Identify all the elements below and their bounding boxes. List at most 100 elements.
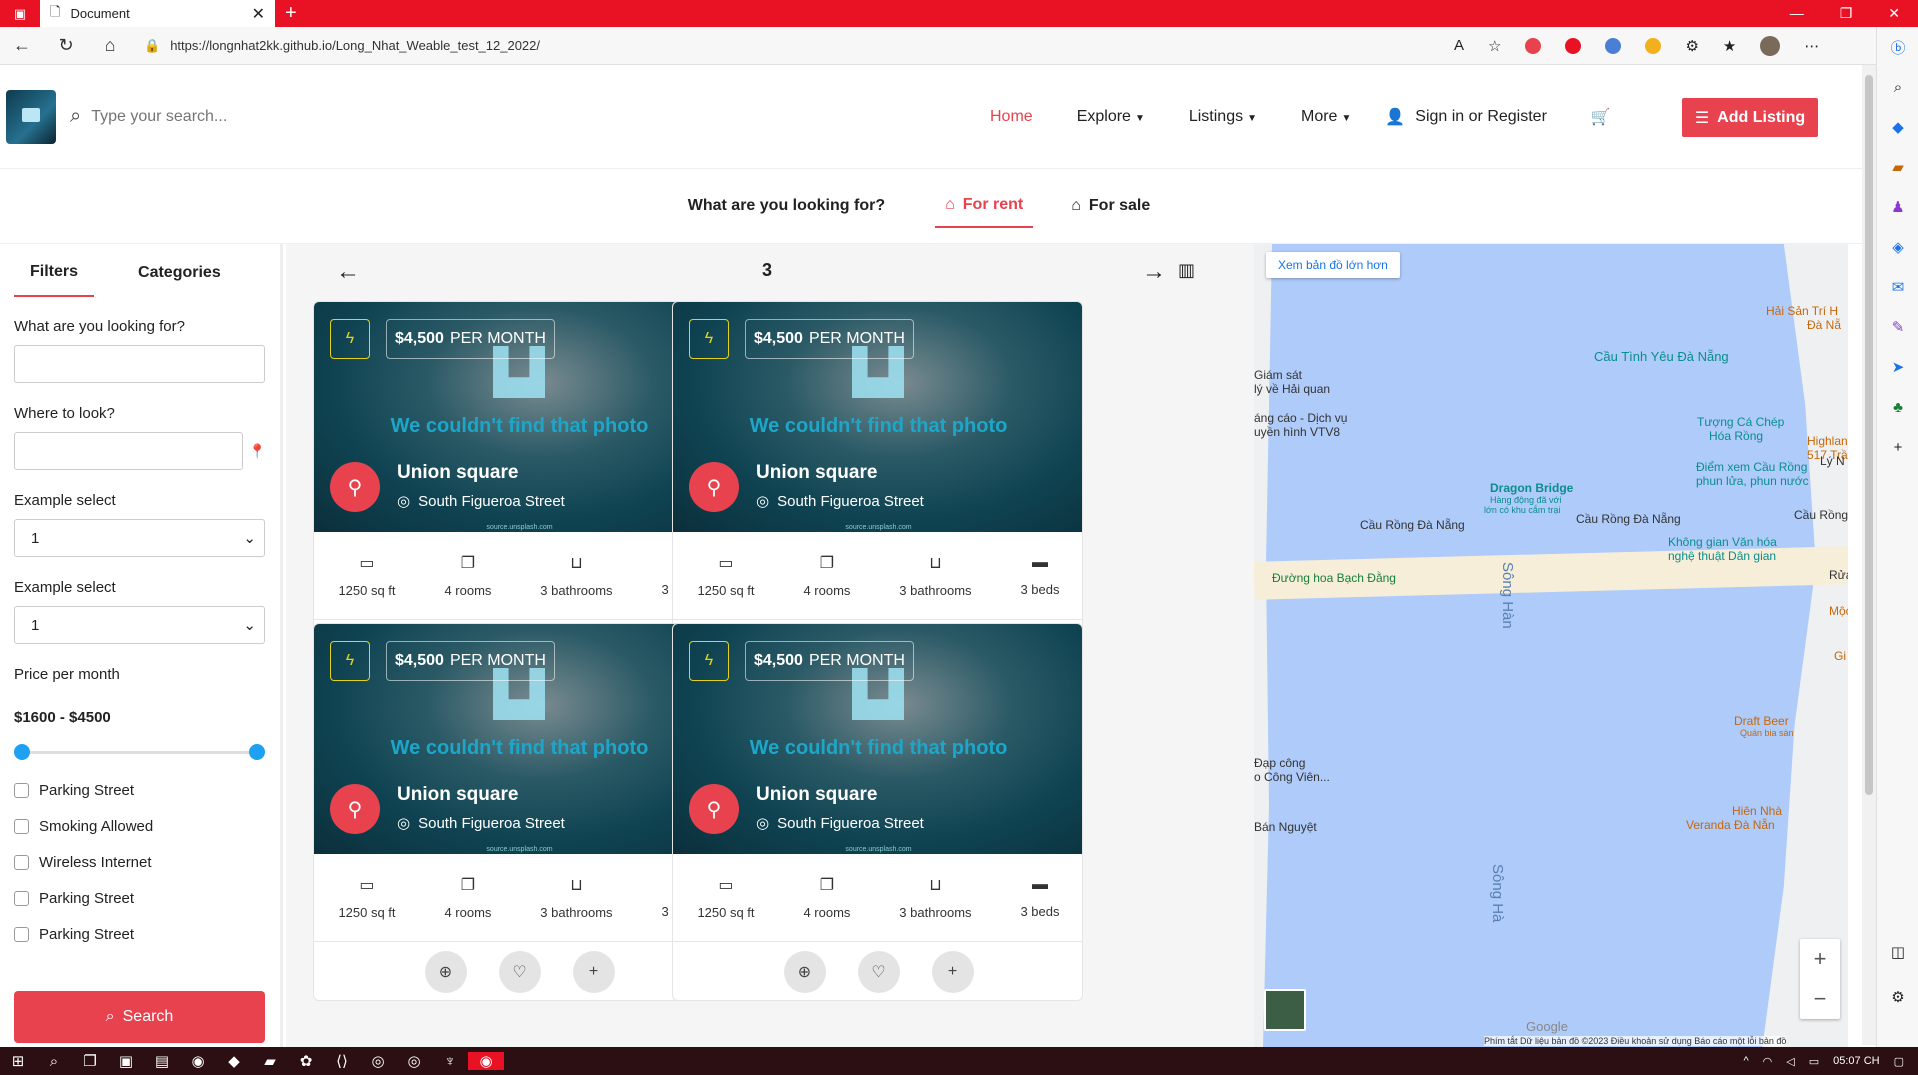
- app-icon[interactable]: ◆: [216, 1052, 252, 1070]
- app-icon[interactable]: ▰: [252, 1052, 288, 1070]
- address-bar[interactable]: 🔒 https://longnhat2kk.github.io/Long_Nha…: [144, 38, 1434, 54]
- zoom-in-icon[interactable]: ⊕: [424, 951, 467, 993]
- favorites-icon[interactable]: ★: [1723, 37, 1736, 55]
- map-label[interactable]: áng cáo - Dịch vụ: [1254, 411, 1347, 425]
- zoom-in-icon[interactable]: ⊕: [783, 951, 826, 993]
- drop-icon[interactable]: ➤: [1877, 347, 1918, 387]
- zoom-in-icon[interactable]: +: [1814, 946, 1827, 972]
- add-listing-button[interactable]: ☰ Add Listing: [1682, 98, 1818, 137]
- battery-icon[interactable]: ▭: [1809, 1055, 1819, 1068]
- app-icon[interactable]: ▣: [108, 1052, 144, 1070]
- office-icon[interactable]: ◈: [1877, 227, 1918, 267]
- map-label[interactable]: Không gian Văn hóa: [1668, 535, 1777, 549]
- next-page-icon[interactable]: →: [1142, 258, 1166, 286]
- back-icon[interactable]: ←: [0, 35, 44, 56]
- map-type-toggle[interactable]: [1264, 989, 1306, 1031]
- checkbox-parking-street-3[interactable]: Parking Street: [14, 926, 266, 943]
- listing-photo[interactable]: We couldn't find that photo source.unspl…: [314, 624, 723, 854]
- clock[interactable]: 05:07 CH: [1833, 1055, 1879, 1067]
- chevron-up-icon[interactable]: ^: [1743, 1055, 1748, 1067]
- map-view-icon[interactable]: ▥: [1178, 260, 1195, 281]
- price-slider[interactable]: [14, 744, 265, 760]
- map-label[interactable]: Điểm xem Cầu Rồng: [1696, 460, 1807, 474]
- listing-title[interactable]: Union square: [397, 462, 518, 484]
- chrome-icon[interactable]: ◎: [396, 1052, 432, 1070]
- map-pin-icon[interactable]: ⚲: [330, 784, 380, 834]
- profile-avatar[interactable]: [1760, 35, 1781, 56]
- map-label[interactable]: Đường hoa Bạch Đằng: [1272, 571, 1396, 585]
- tab-filters[interactable]: Filters: [14, 247, 95, 297]
- bolt-icon[interactable]: ϟ: [689, 641, 729, 681]
- map-label[interactable]: Ðạp công: [1254, 756, 1305, 770]
- map-label[interactable]: Hiên Nhà: [1732, 804, 1782, 818]
- favorite-add-icon[interactable]: ☆: [1488, 37, 1501, 55]
- tools-icon[interactable]: ▰: [1877, 147, 1918, 187]
- close-window-icon[interactable]: ✕: [1888, 5, 1900, 22]
- bolt-icon[interactable]: ϟ: [330, 641, 370, 681]
- checkbox[interactable]: [14, 819, 29, 834]
- location-pin-icon[interactable]: 📍: [249, 443, 266, 460]
- restore-icon[interactable]: ❐: [1840, 5, 1853, 22]
- map-label[interactable]: Tượng Cá Chép: [1697, 415, 1784, 429]
- chrome-icon[interactable]: ◎: [360, 1052, 396, 1070]
- checkbox-parking-street-2[interactable]: Parking Street: [14, 890, 266, 907]
- listing-title[interactable]: Union square: [756, 784, 877, 806]
- cart-icon[interactable]: 🛒: [1591, 107, 1611, 127]
- plus-icon[interactable]: +: [572, 951, 615, 993]
- adblock-icon[interactable]: [1525, 37, 1542, 54]
- volume-icon[interactable]: ◁: [1786, 1055, 1794, 1068]
- new-tab-button[interactable]: +: [285, 2, 297, 25]
- slider-max-handle[interactable]: [249, 744, 265, 760]
- refresh-icon[interactable]: ↻: [44, 35, 88, 56]
- map-label[interactable]: Hải Sản Trí H: [1766, 304, 1838, 318]
- nav-listings[interactable]: Listings ▼: [1167, 108, 1279, 126]
- example-select-2[interactable]: 1 ⌄: [14, 606, 265, 644]
- map-label[interactable]: lý về Hải quan: [1254, 382, 1330, 396]
- browser-tab[interactable]: 🗋 Document ✕: [40, 0, 275, 27]
- add-sidebar-icon[interactable]: +: [1877, 427, 1918, 467]
- tab-for-sale[interactable]: ⌂ For sale: [1061, 185, 1160, 227]
- windows-start-icon[interactable]: ⊞: [0, 1052, 36, 1070]
- vscode-icon[interactable]: ⟨⟩: [324, 1052, 360, 1070]
- site-logo[interactable]: [6, 89, 56, 144]
- bolt-icon[interactable]: ϟ: [689, 319, 729, 359]
- map-attribution[interactable]: Phím tắt Dữ liệu bản đồ ©2023 Điều khoản…: [1484, 1036, 1787, 1046]
- prev-page-icon[interactable]: ←: [336, 258, 360, 286]
- search-icon[interactable]: ⌕: [36, 1053, 72, 1070]
- checkbox[interactable]: [14, 783, 29, 798]
- sign-in-link[interactable]: 👤 Sign in or Register: [1373, 107, 1547, 127]
- map-label[interactable]: Highlan: [1807, 434, 1848, 448]
- view-larger-map-button[interactable]: Xem bản đồ lớn hơn: [1266, 252, 1400, 278]
- translate-icon[interactable]: [1605, 37, 1622, 54]
- listing-card[interactable]: We couldn't find that photo source.unspl…: [672, 623, 1083, 1001]
- extensions-icon[interactable]: ⚙: [1685, 37, 1698, 55]
- map-label[interactable]: Dragon Bridge: [1490, 481, 1573, 495]
- outlook-icon[interactable]: ✉: [1877, 267, 1918, 307]
- games-icon[interactable]: ♟: [1877, 187, 1918, 227]
- close-tab-icon[interactable]: ✕: [252, 4, 265, 24]
- map-label[interactable]: Bán Nguyệt: [1254, 820, 1317, 834]
- opera-icon[interactable]: [1565, 37, 1582, 54]
- messenger-icon[interactable]: ◉: [180, 1052, 216, 1070]
- home-icon[interactable]: ⌂: [88, 35, 132, 56]
- bing-icon[interactable]: ⓑ: [1877, 27, 1918, 67]
- more-options-icon[interactable]: ⋯: [1804, 37, 1819, 55]
- heart-icon[interactable]: ♡: [498, 951, 541, 993]
- what-input[interactable]: [14, 345, 265, 383]
- map-pin-icon[interactable]: ⚲: [689, 784, 739, 834]
- listing-title[interactable]: Union square: [756, 462, 877, 484]
- tab-categories[interactable]: Categories: [122, 248, 237, 296]
- map-label[interactable]: nghệ thuật Dân gian: [1668, 549, 1776, 563]
- plus-icon[interactable]: +: [931, 951, 974, 993]
- page-scrollbar[interactable]: [1862, 65, 1876, 1045]
- app-icon[interactable]: ✿: [288, 1052, 324, 1070]
- listing-photo[interactable]: We couldn't find that photo source.unspl…: [314, 302, 723, 532]
- heart-icon[interactable]: ♡: [857, 951, 900, 993]
- map-label[interactable]: phun lửa, phun nước: [1696, 474, 1809, 488]
- tab-for-rent[interactable]: ⌂ For rent: [935, 184, 1034, 228]
- slider-min-handle[interactable]: [14, 744, 30, 760]
- listing-title[interactable]: Union square: [397, 784, 518, 806]
- map-pin-icon[interactable]: ⚲: [330, 462, 380, 512]
- map-label[interactable]: Giám sát: [1254, 368, 1302, 382]
- search-button[interactable]: ⌕ Search: [14, 991, 265, 1043]
